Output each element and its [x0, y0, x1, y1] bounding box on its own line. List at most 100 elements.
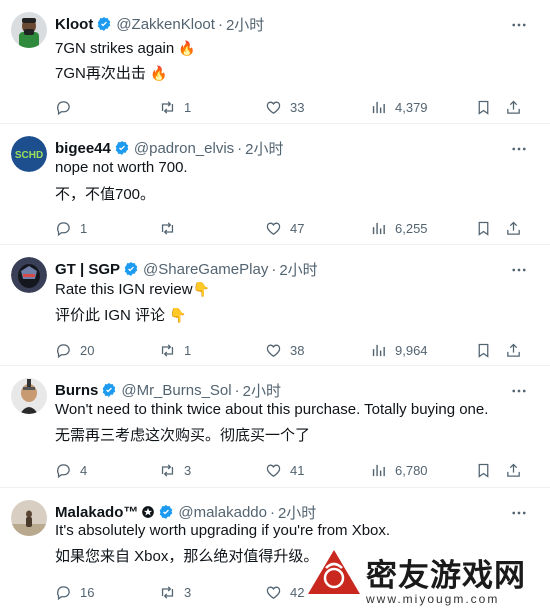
views-icon: [372, 101, 385, 113]
tweet-translation: 无需再三考虑这次购买。彻底买一个了: [55, 427, 311, 444]
more-icon[interactable]: [510, 261, 528, 279]
user-handle[interactable]: @padron_elvis: [134, 140, 234, 157]
avatar[interactable]: SCHD: [11, 136, 47, 172]
retweet-icon: [161, 463, 174, 477]
view-count: 6,780: [395, 462, 428, 478]
like-button[interactable]: 42: [265, 582, 304, 602]
reply-button[interactable]: 1: [55, 218, 87, 238]
tweet-2[interactable]: SCHD bigee44 @padron_elvis · 2小时 nope no…: [0, 124, 550, 245]
tweet-translation: 7GN再次出击 🔥: [55, 63, 167, 84]
share-button[interactable]: [505, 97, 522, 117]
views-button[interactable]: 4,379: [370, 97, 428, 117]
timestamp[interactable]: 2小时: [279, 259, 317, 280]
reply-count: 20: [80, 342, 95, 358]
like-count: 38: [290, 342, 305, 358]
more-icon[interactable]: [510, 16, 528, 34]
reply-icon: [57, 343, 70, 358]
like-button[interactable]: 33: [265, 97, 304, 117]
verified-icon: [98, 17, 111, 31]
user-handle[interactable]: @ZakkenKloot: [116, 16, 215, 33]
tweet-text: Rate this IGN review👇: [55, 279, 210, 300]
retweet-icon: [161, 221, 174, 235]
view-count: 4,379: [395, 99, 428, 115]
like-icon: [266, 222, 281, 235]
like-icon: [266, 464, 281, 477]
tweet-translation: 评价此 IGN 评论 👇: [55, 305, 187, 326]
pointing-down-emoji: 👇: [192, 281, 210, 297]
tweet-translation: 不，不值700。: [55, 186, 156, 203]
user-handle[interactable]: @malakaddo: [178, 504, 267, 521]
views-button[interactable]: 6,780: [370, 460, 428, 480]
display-name[interactable]: GT | SGP: [55, 261, 120, 278]
like-icon: [266, 101, 281, 114]
tweet-text: 7GN strikes again 🔥: [55, 38, 196, 59]
share-icon: [507, 221, 520, 235]
more-icon[interactable]: [510, 504, 528, 522]
tweet-text: It's absolutely worth upgrading if you'r…: [55, 522, 391, 539]
like-button[interactable]: 41: [265, 460, 304, 480]
tweet-4[interactable]: Burns @Mr_Burns_Sol · 2小时 Won't need to …: [0, 366, 550, 488]
avatar[interactable]: [11, 378, 47, 414]
retweet-button[interactable]: 1: [159, 340, 191, 360]
like-icon: [266, 344, 281, 357]
bookmark-button[interactable]: [475, 218, 492, 238]
avatar[interactable]: [11, 257, 47, 293]
bookmark-button[interactable]: [475, 340, 492, 360]
user-handle[interactable]: @ShareGamePlay: [143, 261, 268, 278]
timestamp[interactable]: 2小时: [245, 138, 283, 159]
timestamp[interactable]: 2小时: [243, 380, 281, 401]
tweet-1[interactable]: Kloot @ZakkenKloot · 2小时 7GN strikes aga…: [0, 0, 550, 124]
bookmark-icon: [478, 221, 489, 236]
more-icon[interactable]: [510, 140, 528, 158]
like-count: 47: [290, 220, 305, 236]
tweet-text-zh: 7GN再次出击: [55, 65, 146, 82]
share-button[interactable]: [505, 340, 522, 360]
timestamp[interactable]: 2小时: [278, 502, 316, 523]
bookmark-button[interactable]: [475, 97, 492, 117]
retweet-count: 3: [184, 462, 192, 478]
share-button[interactable]: [505, 460, 522, 480]
retweet-count: 1: [184, 342, 192, 358]
reply-icon: [57, 100, 70, 115]
avatar[interactable]: [11, 12, 47, 48]
reply-count: 16: [80, 584, 95, 600]
user-handle[interactable]: @Mr_Burns_Sol: [121, 382, 231, 399]
timestamp[interactable]: 2小时: [226, 14, 264, 35]
retweet-button[interactable]: 3: [159, 582, 191, 602]
avatar-label: SCHD: [15, 150, 43, 161]
retweet-button[interactable]: 3: [159, 460, 191, 480]
fire-emoji: 🔥: [178, 40, 196, 56]
separator-dot: ·: [269, 503, 275, 521]
display-name[interactable]: Malakado™: [55, 504, 138, 521]
retweet-button[interactable]: [159, 218, 184, 238]
tweet-text: Won't need to think twice about this pur…: [55, 401, 489, 418]
view-count: 6,255: [395, 220, 428, 236]
like-button[interactable]: 47: [265, 218, 304, 238]
site-watermark: 密友游戏网 www.miyougm.com: [300, 548, 550, 609]
views-icon: [372, 222, 385, 234]
tweet-translation: 如果您来自 Xbox，那么绝对值得升级。: [55, 548, 319, 565]
reply-icon: [57, 585, 70, 600]
bookmark-button[interactable]: [475, 460, 492, 480]
retweet-icon: [161, 343, 174, 357]
views-button[interactable]: 9,964: [370, 340, 428, 360]
retweet-count: 1: [184, 99, 192, 115]
share-icon: [507, 100, 520, 114]
reply-button[interactable]: 20: [55, 340, 94, 360]
like-button[interactable]: 38: [265, 340, 304, 360]
reply-button[interactable]: 4: [55, 460, 87, 480]
reply-button[interactable]: [55, 97, 80, 117]
display-name[interactable]: Kloot: [55, 16, 93, 33]
display-name[interactable]: bigee44: [55, 140, 111, 157]
display-name[interactable]: Burns: [55, 382, 98, 399]
more-icon[interactable]: [510, 382, 528, 400]
views-button[interactable]: 6,255: [370, 218, 428, 238]
share-button[interactable]: [505, 218, 522, 238]
tweet-3[interactable]: GT | SGP @ShareGamePlay · 2小时 Rate this …: [0, 245, 550, 366]
affiliate-badge-icon: [142, 506, 155, 518]
views-icon: [372, 344, 385, 356]
reply-count: 1: [80, 220, 88, 236]
retweet-button[interactable]: 1: [159, 97, 191, 117]
avatar[interactable]: [11, 500, 47, 536]
reply-button[interactable]: 16: [55, 582, 94, 602]
